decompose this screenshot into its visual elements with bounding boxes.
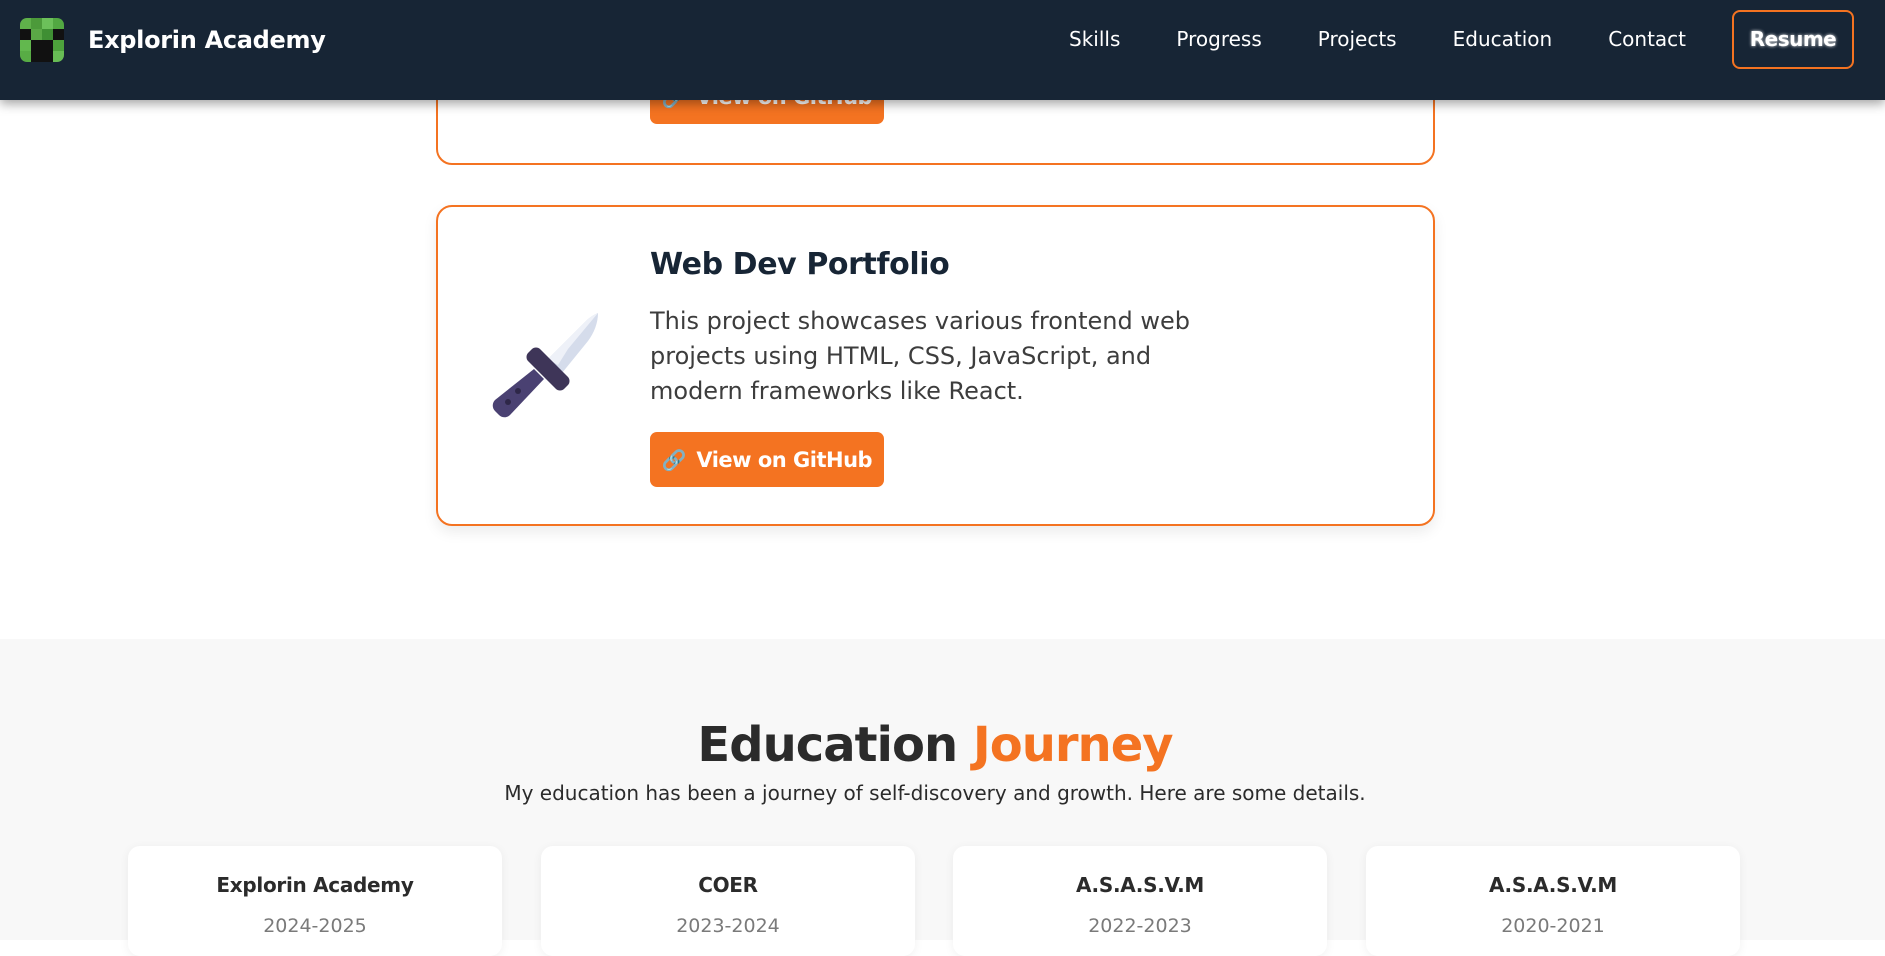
nav-contact[interactable]: Contact bbox=[1608, 27, 1686, 51]
sword-icon bbox=[492, 313, 598, 418]
section-subtitle: My education has been a journey of self-… bbox=[504, 781, 1366, 805]
project-description: This project showcases various frontend … bbox=[650, 307, 1190, 405]
nav-projects[interactable]: Projects bbox=[1318, 27, 1397, 51]
section-title-accent: Journey bbox=[972, 717, 1174, 773]
github-button-label: View on GitHub bbox=[696, 447, 873, 472]
nav-progress[interactable]: Progress bbox=[1176, 27, 1261, 51]
section-title-main: Education bbox=[697, 717, 958, 773]
institution-name: A.S.A.S.V.M bbox=[1076, 873, 1204, 897]
brand[interactable]: Explorin Academy bbox=[20, 18, 326, 62]
education-years: 2022-2023 bbox=[1088, 915, 1192, 937]
nav-education[interactable]: Education bbox=[1453, 27, 1553, 51]
institution-name: COER bbox=[698, 873, 758, 897]
creeper-logo-icon bbox=[20, 18, 64, 62]
institution-name: Explorin Academy bbox=[216, 873, 414, 897]
link-icon: 🔗 bbox=[661, 447, 687, 472]
top-navbar: Explorin Academy Skills Progress Project… bbox=[0, 0, 1885, 100]
education-years: 2023-2024 bbox=[676, 915, 780, 937]
education-section: Education Journey My education has been … bbox=[0, 639, 1885, 956]
nav-skills[interactable]: Skills bbox=[1069, 27, 1120, 51]
institution-name: A.S.A.S.V.M bbox=[1489, 873, 1617, 897]
project-title: Web Dev Portfolio bbox=[650, 247, 950, 282]
brand-name: Explorin Academy bbox=[88, 26, 326, 54]
view-on-github-button[interactable]: 🔗 View on GitHub bbox=[650, 432, 884, 487]
education-years: 2024-2025 bbox=[263, 915, 367, 937]
resume-button[interactable]: Resume bbox=[1732, 9, 1854, 69]
main-nav: Skills Progress Projects Education Conta… bbox=[1069, 0, 1885, 78]
section-title: Education Journey bbox=[0, 717, 1870, 773]
education-years: 2020-2021 bbox=[1501, 915, 1605, 937]
project-card-web-dev-portfolio: Web Dev Portfolio This project showcases… bbox=[436, 205, 1435, 526]
